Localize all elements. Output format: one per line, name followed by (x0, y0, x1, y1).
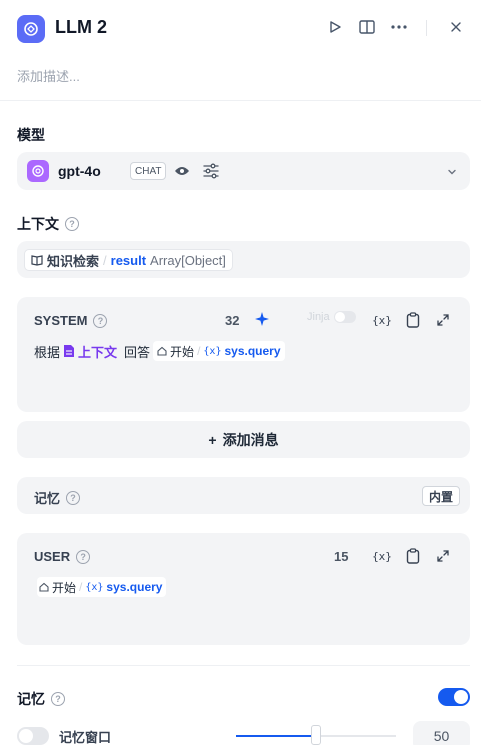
variable-icon: {x} (203, 345, 222, 357)
start-node-label: 开始 (52, 580, 77, 595)
variable-icon: {x} (85, 581, 104, 593)
system-prompt-title: SYSTEM ? (34, 313, 108, 328)
jinja-toggle[interactable]: Jinja (307, 311, 356, 323)
run-icon[interactable] (325, 17, 345, 37)
chevron-down-icon (446, 165, 458, 177)
description-input[interactable]: 添加描述... (17, 66, 80, 85)
model-name: gpt-4o (58, 163, 101, 179)
path-separator: / (103, 252, 107, 268)
variable-name: sys.query (106, 580, 163, 594)
builtin-badge[interactable]: 内置 (421, 486, 460, 506)
memory-label: 记忆 (34, 491, 61, 506)
divider (17, 665, 470, 666)
knowledge-book-icon (31, 255, 43, 266)
help-icon[interactable]: ? (76, 549, 91, 564)
context-node-name: 知识检索 (47, 253, 100, 269)
model-selector[interactable]: gpt-4o CHAT (17, 152, 470, 190)
insert-variable-button[interactable]: {x} (372, 311, 392, 329)
add-message-button[interactable]: + 添加消息 (17, 421, 470, 458)
memory-row: 记忆 ? 内置 (17, 477, 470, 514)
context-label: 上下文 (17, 216, 59, 232)
openai-icon (27, 160, 49, 182)
close-icon[interactable] (446, 17, 466, 37)
context-variable-chip[interactable]: 知识检索 / result Array[Object] (24, 249, 233, 271)
system-prompt-editor[interactable]: SYSTEM ? 32 Jinja {x} 根据 上下文 回答 开始 / {x}… (17, 297, 470, 412)
clipboard-icon[interactable] (404, 311, 422, 329)
header-divider (426, 20, 427, 36)
variable-name: sys.query (224, 344, 281, 358)
start-node-label: 开始 (170, 344, 195, 359)
model-label: 模型 (17, 127, 45, 143)
help-icon[interactable]: ? (51, 692, 65, 706)
plus-icon: + (208, 431, 217, 448)
more-icon[interactable] (389, 17, 409, 37)
context-document-icon (64, 345, 75, 357)
user-prompt-title: USER ? (34, 549, 91, 564)
memory-row-label: 记忆 ? (34, 488, 81, 507)
user-role-label: USER (34, 549, 71, 564)
path-separator: / (79, 580, 83, 594)
memory-section-label: 记忆 ? (17, 689, 65, 709)
jinja-label: Jinja (307, 311, 330, 323)
context-field[interactable]: 知识检索 / result Array[Object] (17, 241, 470, 278)
slider-thumb[interactable] (311, 725, 321, 745)
home-icon (39, 582, 49, 592)
memory-window-input[interactable]: 50 (413, 721, 470, 745)
path-separator: / (197, 344, 201, 358)
llm-node-icon (17, 15, 45, 43)
add-message-label: 添加消息 (222, 431, 279, 448)
jinja-switch[interactable] (333, 311, 356, 323)
insert-variable-button[interactable]: {x} (372, 547, 392, 565)
memory-label: 记忆 (17, 691, 45, 707)
ai-generate-sparkle-icon[interactable] (254, 311, 270, 327)
token-count: 32 (225, 313, 240, 328)
node-header: LLM 2 (0, 0, 481, 56)
model-settings-sliders-icon[interactable] (202, 162, 220, 180)
vision-eye-icon (174, 163, 190, 179)
variable-chip: 开始 / {x} sys.query (37, 577, 167, 597)
model-mode-badge: CHAT (130, 162, 167, 180)
memory-window-label: 记忆窗口 (59, 730, 112, 745)
context-reference: 上下文 (78, 344, 118, 360)
memory-toggle[interactable] (438, 688, 470, 706)
memory-window-toggle[interactable] (17, 727, 49, 745)
system-role-label: SYSTEM (34, 313, 88, 328)
variable-chip: 开始 / {x} sys.query (153, 341, 285, 361)
book-open-icon[interactable] (357, 17, 377, 37)
model-section-label: 模型 (17, 125, 45, 145)
expand-icon[interactable] (434, 311, 452, 329)
home-icon (157, 346, 167, 356)
user-prompt-editor[interactable]: USER ? 15 {x} 开始 / {x} sys.query (17, 533, 470, 645)
context-variable-type: Array[Object] (150, 252, 226, 268)
context-section-label: 上下文 ? (17, 214, 79, 234)
slider-fill (236, 735, 316, 737)
divider (0, 100, 481, 101)
prompt-text-middle: 回答 (124, 344, 151, 360)
help-icon[interactable]: ? (66, 490, 81, 505)
node-title[interactable]: LLM 2 (55, 17, 107, 38)
token-count: 15 (334, 549, 349, 564)
memory-window-slider[interactable] (236, 725, 396, 745)
prompt-text-prefix: 根据 (34, 344, 61, 360)
help-icon[interactable]: ? (65, 217, 79, 231)
expand-icon[interactable] (434, 547, 452, 565)
clipboard-icon[interactable] (404, 547, 422, 565)
user-prompt-text[interactable]: 开始 / {x} sys.query (37, 577, 167, 597)
context-variable-name: result (110, 252, 147, 268)
help-icon[interactable]: ? (93, 313, 108, 328)
system-prompt-text[interactable]: 根据 上下文 回答 开始 / {x} sys.query (34, 341, 285, 361)
